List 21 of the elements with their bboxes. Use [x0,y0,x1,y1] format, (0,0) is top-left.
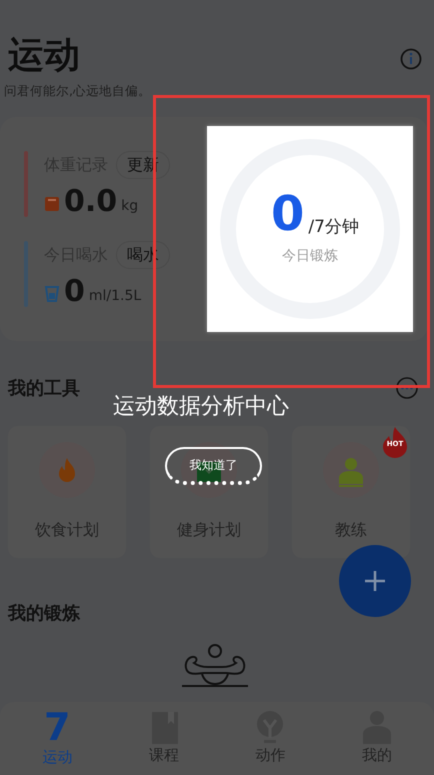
record-value: 0 [64,276,85,307]
cup-icon [44,284,60,303]
tab-item[interactable]: 7 运动 [17,707,98,770]
record-unit: ml/1.5L [88,286,142,306]
page-title: 运动 [8,38,80,74]
record-value: 0.0 [64,186,118,217]
section-title: 我的工具 [8,376,80,401]
calendar-number: 7 [44,708,70,746]
record-unit: kg [121,196,138,216]
ring-label: 今日锻炼 [282,247,338,266]
scale-icon [44,194,60,213]
guide-caption: 运动数据分析中心 [113,393,289,421]
more-icon[interactable] [396,377,418,400]
ring-target: /7分钟 [308,216,359,239]
info-icon[interactable] [400,48,422,70]
section-title: 我的锻炼 [6,602,82,626]
hot-badge [382,426,408,458]
ring-value: 0 [271,190,304,238]
muscle-figure-icon [182,642,248,687]
plus-icon [363,569,387,593]
dismiss-button[interactable]: 我知道了 [165,447,262,485]
